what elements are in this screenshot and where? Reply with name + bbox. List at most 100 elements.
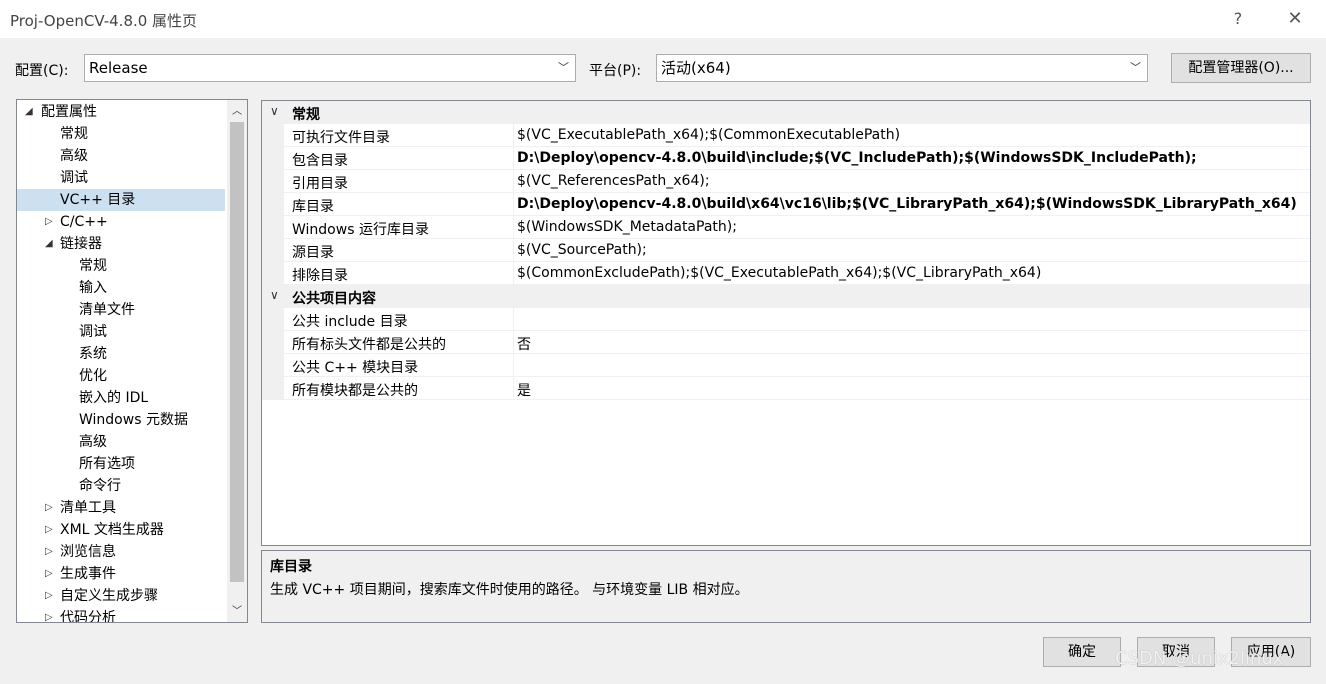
row-gutter: [262, 193, 284, 216]
property-name: 所有标头文件都是公共的: [292, 337, 446, 353]
row-gutter: [262, 308, 284, 331]
row-gutter: [262, 216, 284, 239]
column-divider[interactable]: [513, 331, 514, 354]
collapsed-icon[interactable]: ▷: [45, 563, 53, 585]
property-name: 库目录: [292, 199, 334, 215]
tree-scrollbar[interactable]: ︿ ﹀: [227, 100, 247, 622]
property-tree[interactable]: ︿ ﹀ ◢ 配置属性 常规 高级 调试 VC++ 目录 ▷ C/C++ ◢ 链接器 常规 输入 清单文件…: [16, 99, 248, 623]
title-bar: Proj-OpenCV-4.8.0 属性页 ? ✕: [0, 0, 1326, 38]
scroll-up-icon[interactable]: ︿: [227, 102, 247, 117]
column-divider[interactable]: [513, 377, 514, 400]
property-row[interactable]: 引用目录 $(VC_ReferencesPath_x64);: [262, 170, 1310, 193]
property-name: 公共 C++ 模块目录: [292, 360, 419, 376]
collapsed-icon[interactable]: ▷: [45, 607, 53, 622]
column-divider[interactable]: [513, 262, 514, 285]
property-value[interactable]: D:\Deploy\opencv-4.8.0\build\x64\vc16\li…: [517, 196, 1297, 212]
description-title: 库目录: [270, 559, 312, 575]
column-divider[interactable]: [513, 170, 514, 193]
column-divider[interactable]: [513, 124, 514, 147]
config-manager-button[interactable]: 配置管理器(O)...: [1171, 53, 1311, 83]
expanded-icon[interactable]: ◢: [25, 101, 33, 123]
platform-dropdown[interactable]: 活动(x64) ﹀: [656, 54, 1148, 82]
property-name: Windows 运行库目录: [292, 222, 429, 238]
help-button[interactable]: ?: [1225, 6, 1251, 32]
property-value[interactable]: $(WindowsSDK_MetadataPath);: [517, 219, 737, 235]
row-gutter: [262, 170, 284, 193]
ok-button[interactable]: 确定: [1043, 637, 1121, 667]
tree-item-label: 所有选项: [79, 456, 135, 472]
property-value[interactable]: 否: [517, 334, 531, 354]
property-name: 所有模块都是公共的: [292, 383, 418, 399]
description-pane: 库目录 生成 VC++ 项目期间，搜索库文件时使用的路径。 与环境变量 LIB …: [261, 550, 1311, 623]
property-value[interactable]: $(VC_ReferencesPath_x64);: [517, 173, 710, 189]
close-button[interactable]: ✕: [1282, 6, 1308, 32]
tree-item-label: 浏览信息: [60, 544, 116, 560]
property-row[interactable]: 包含目录 D:\Deploy\opencv-4.8.0\build\include…: [262, 147, 1310, 170]
scroll-down-icon[interactable]: ﹀: [227, 602, 247, 617]
collapse-icon[interactable]: ∨: [270, 288, 279, 302]
category-label: 公共项目内容: [292, 291, 376, 307]
config-value: Release: [89, 59, 148, 77]
property-name: 可执行文件目录: [292, 130, 390, 146]
tree-item[interactable]: VC++ 目录: [17, 189, 225, 211]
property-value[interactable]: $(CommonExcludePath);$(VC_ExecutablePath…: [517, 265, 1041, 281]
config-label: 配置(C):: [15, 63, 69, 79]
tree-item-label: 生成事件: [60, 566, 116, 582]
column-divider[interactable]: [513, 193, 514, 216]
column-divider[interactable]: [513, 308, 514, 331]
expanded-icon[interactable]: ◢: [45, 233, 53, 255]
property-row[interactable]: Windows 运行库目录 $(WindowsSDK_MetadataPath);: [262, 216, 1310, 239]
scroll-thumb[interactable]: [230, 122, 244, 582]
property-row[interactable]: 源目录 $(VC_SourcePath);: [262, 239, 1310, 262]
tree-item-label: 常规: [79, 258, 107, 274]
collapsed-icon[interactable]: ▷: [45, 541, 53, 563]
category-row[interactable]: ∨ 公共项目内容: [262, 285, 1310, 308]
property-value[interactable]: $(VC_ExecutablePath_x64);$(CommonExecuta…: [517, 127, 900, 143]
tree-item-label: 清单工具: [60, 500, 116, 516]
collapse-icon[interactable]: ∨: [270, 104, 279, 118]
column-divider[interactable]: [513, 147, 514, 170]
property-row[interactable]: 可执行文件目录 $(VC_ExecutablePath_x64);$(Common…: [262, 124, 1310, 147]
collapsed-icon[interactable]: ▷: [45, 519, 53, 541]
tree-item-label: 清单文件: [79, 302, 135, 318]
chevron-down-icon: ﹀: [1130, 61, 1141, 74]
tree-item-label: 链接器: [60, 236, 102, 252]
property-value[interactable]: 是: [517, 380, 531, 400]
description-text: 生成 VC++ 项目期间，搜索库文件时使用的路径。 与环境变量 LIB 相对应。: [270, 582, 749, 598]
collapsed-icon[interactable]: ▷: [45, 585, 53, 607]
tree-item-label: 命令行: [79, 478, 121, 494]
property-name: 源目录: [292, 245, 334, 261]
category-row[interactable]: ∨ 常规: [262, 101, 1310, 124]
tree-item-label: 高级: [79, 434, 107, 450]
row-gutter: [262, 354, 284, 377]
row-gutter: [262, 377, 284, 400]
tree-item-label: 常规: [60, 126, 88, 142]
property-row[interactable]: 排除目录 $(CommonExcludePath);$(VC_Executable…: [262, 262, 1310, 285]
tree-item-label: 调试: [60, 170, 88, 186]
row-gutter: [262, 239, 284, 262]
column-divider[interactable]: [513, 354, 514, 377]
property-value[interactable]: $(VC_SourcePath);: [517, 242, 647, 258]
tree-item-label: 嵌入的 IDL: [79, 390, 149, 406]
tree-item-label: 系统: [79, 346, 107, 362]
watermark: CSDN @unix2linux: [1115, 648, 1284, 669]
collapsed-icon[interactable]: ▷: [45, 497, 53, 519]
tree-item-label: 高级: [60, 148, 88, 164]
row-gutter: [262, 147, 284, 170]
property-row[interactable]: 公共 C++ 模块目录: [262, 354, 1310, 377]
property-row[interactable]: 所有模块都是公共的 是: [262, 377, 1310, 400]
collapsed-icon[interactable]: ▷: [45, 211, 53, 233]
column-divider[interactable]: [513, 239, 514, 262]
tree-item-label: VC++ 目录: [60, 192, 136, 208]
property-row[interactable]: 库目录 D:\Deploy\opencv-4.8.0\build\x64\vc16…: [262, 193, 1310, 216]
tree-item-label: 输入: [79, 280, 107, 296]
chevron-down-icon: ﹀: [558, 61, 569, 74]
platform-value: 活动(x64): [661, 59, 731, 77]
property-row[interactable]: 所有标头文件都是公共的 否: [262, 331, 1310, 354]
config-dropdown[interactable]: Release ﹀: [84, 54, 576, 82]
tree-item-label: 配置属性: [41, 104, 97, 120]
property-value[interactable]: D:\Deploy\opencv-4.8.0\build\include;$(V…: [517, 150, 1197, 166]
property-row[interactable]: 公共 include 目录: [262, 308, 1310, 331]
property-name: 排除目录: [292, 268, 348, 284]
column-divider[interactable]: [513, 216, 514, 239]
